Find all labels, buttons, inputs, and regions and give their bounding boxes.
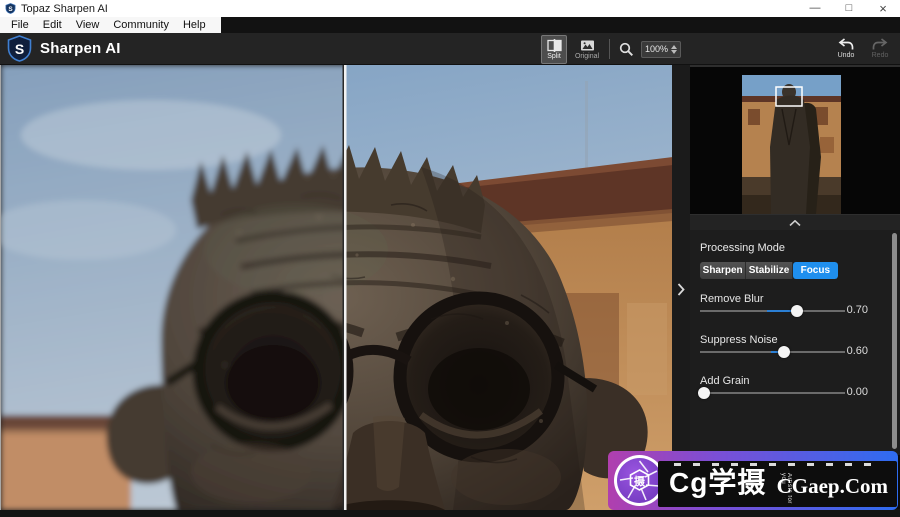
watermark-text-box: Cg学摄 Artists for you CGaep.Com bbox=[658, 461, 897, 507]
menu-edit[interactable]: Edit bbox=[36, 19, 69, 31]
remove-blur-slider-row: Remove Blur 0.70 bbox=[700, 289, 890, 320]
suppress-noise-value: 0.60 bbox=[847, 345, 868, 357]
menu-bar: File Edit View Community Help bbox=[0, 17, 900, 33]
minimize-button[interactable]: — bbox=[798, 0, 832, 17]
sharpen-ai-logo-icon: S bbox=[7, 35, 32, 62]
chevron-right-icon bbox=[677, 283, 685, 296]
navigator-panel[interactable] bbox=[690, 65, 900, 215]
maximize-button[interactable]: □ bbox=[832, 0, 866, 17]
close-button[interactable]: × bbox=[866, 0, 900, 17]
app-shield-icon: S bbox=[5, 3, 16, 14]
add-grain-thumb[interactable] bbox=[698, 387, 710, 399]
add-grain-value: 0.00 bbox=[847, 386, 868, 398]
toolbar: S Sharpen AI Split Original bbox=[0, 33, 900, 65]
zoom-stepper[interactable] bbox=[671, 45, 680, 54]
original-label: Original bbox=[575, 53, 599, 60]
statue-split-preview bbox=[1, 65, 673, 510]
title-bar: S Topaz Sharpen AI — □ × bbox=[0, 0, 900, 17]
navigator-collapse-button[interactable] bbox=[690, 215, 900, 230]
mode-sharpen-button[interactable]: Sharpen bbox=[700, 262, 746, 279]
undo-label: Undo bbox=[838, 52, 855, 59]
remove-blur-value: 0.70 bbox=[847, 304, 868, 316]
window-title: Topaz Sharpen AI bbox=[21, 3, 108, 15]
zoom-magnifier-icon bbox=[619, 42, 634, 57]
processing-mode-segmented-control: Sharpen Stabilize Focus bbox=[700, 262, 838, 279]
original-view-button[interactable]: Original bbox=[574, 35, 600, 64]
suppress-noise-thumb[interactable] bbox=[778, 346, 790, 358]
split-view-button[interactable]: Split bbox=[541, 35, 567, 64]
watermark-site-url: CGaep.Com bbox=[777, 474, 888, 499]
svg-text:S: S bbox=[8, 6, 13, 13]
svg-text:S: S bbox=[15, 41, 24, 57]
undo-icon bbox=[838, 38, 854, 51]
processing-mode-title: Processing Mode bbox=[700, 242, 890, 254]
zoom-level-select[interactable]: 100% bbox=[641, 41, 681, 58]
remove-blur-thumb[interactable] bbox=[791, 305, 803, 317]
suppress-noise-label: Suppress Noise bbox=[700, 334, 778, 346]
undo-button[interactable]: Undo bbox=[832, 34, 860, 63]
mode-stabilize-button[interactable]: Stabilize bbox=[746, 262, 792, 279]
sidebar-collapse-handle[interactable] bbox=[672, 65, 690, 510]
image-preview-canvas[interactable] bbox=[0, 65, 672, 510]
add-grain-label: Add Grain bbox=[700, 375, 750, 387]
menu-view[interactable]: View bbox=[69, 19, 107, 31]
app-window: S Topaz Sharpen AI — □ × File Edit View … bbox=[0, 0, 900, 517]
settings-scrollbar[interactable] bbox=[892, 233, 897, 449]
add-grain-track[interactable] bbox=[700, 392, 845, 394]
stepper-up-icon bbox=[671, 45, 677, 49]
toolbar-separator bbox=[609, 39, 610, 59]
watermark-logo-glyph: 摄 bbox=[634, 473, 645, 489]
watermark-cropped-text-fragments bbox=[674, 463, 879, 466]
add-grain-slider-row: Add Grain 0.00 bbox=[700, 371, 890, 402]
app-brand: S Sharpen AI bbox=[7, 35, 121, 62]
chevron-up-icon bbox=[789, 220, 801, 226]
split-divider-line[interactable] bbox=[344, 65, 347, 510]
navigator-thumbnail bbox=[742, 75, 841, 214]
suppress-noise-track[interactable] bbox=[700, 351, 845, 353]
split-label: Split bbox=[547, 53, 561, 60]
menu-file[interactable]: File bbox=[4, 19, 36, 31]
status-bar bbox=[0, 510, 900, 517]
right-sidebar: Processing Mode Sharpen Stabilize Focus … bbox=[690, 65, 900, 510]
suppress-noise-slider-row: Suppress Noise 0.60 bbox=[700, 330, 890, 361]
remove-blur-label: Remove Blur bbox=[700, 293, 764, 305]
app-name: Sharpen AI bbox=[40, 40, 121, 57]
menu-community[interactable]: Community bbox=[106, 19, 176, 31]
settings-panel: Processing Mode Sharpen Stabilize Focus … bbox=[690, 230, 900, 455]
zoom-level-value: 100% bbox=[642, 44, 671, 54]
watermark-banner: 摄 Cg学摄 Artists for you CGaep.Com bbox=[608, 451, 898, 510]
original-image-icon bbox=[580, 39, 595, 52]
redo-icon bbox=[872, 38, 888, 51]
split-view-icon bbox=[547, 39, 562, 52]
redo-label: Redo bbox=[872, 52, 889, 59]
stepper-down-icon bbox=[671, 50, 677, 54]
redo-button[interactable]: Redo bbox=[866, 34, 894, 63]
remove-blur-track[interactable] bbox=[700, 310, 845, 312]
menu-help[interactable]: Help bbox=[176, 19, 213, 31]
mode-focus-button[interactable]: Focus bbox=[793, 262, 838, 279]
watermark-brand-text: Cg学摄 bbox=[669, 469, 766, 497]
